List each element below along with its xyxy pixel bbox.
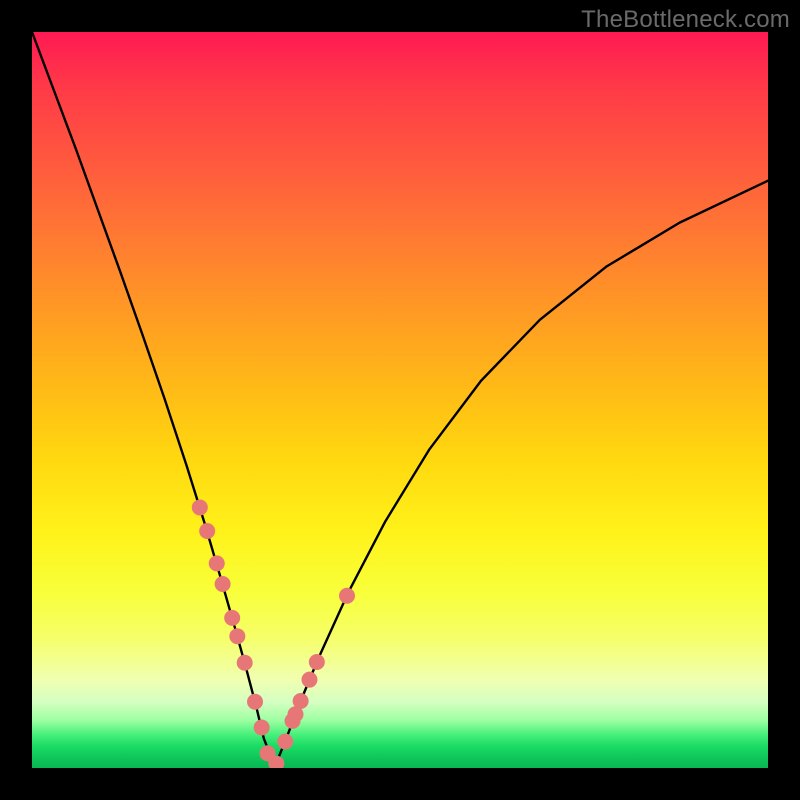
marker-point bbox=[224, 610, 240, 626]
marker-point bbox=[247, 694, 263, 710]
marker-point bbox=[209, 555, 225, 571]
marker-point bbox=[199, 523, 215, 539]
marker-point bbox=[277, 734, 293, 750]
marker-point bbox=[237, 655, 253, 671]
marker-point bbox=[229, 628, 245, 644]
marker-point bbox=[339, 588, 355, 604]
marker-point bbox=[301, 672, 317, 688]
marker-point bbox=[293, 693, 309, 709]
marker-point bbox=[309, 654, 325, 670]
watermark-label: TheBottleneck.com bbox=[581, 6, 790, 34]
outer-frame: TheBottleneck.com bbox=[0, 0, 800, 800]
chart-svg bbox=[32, 32, 768, 768]
marker-point bbox=[215, 576, 231, 592]
marker-point bbox=[254, 720, 270, 736]
plot-area bbox=[32, 32, 768, 768]
bottleneck-curve-path bbox=[32, 32, 768, 767]
marker-point bbox=[192, 499, 208, 515]
